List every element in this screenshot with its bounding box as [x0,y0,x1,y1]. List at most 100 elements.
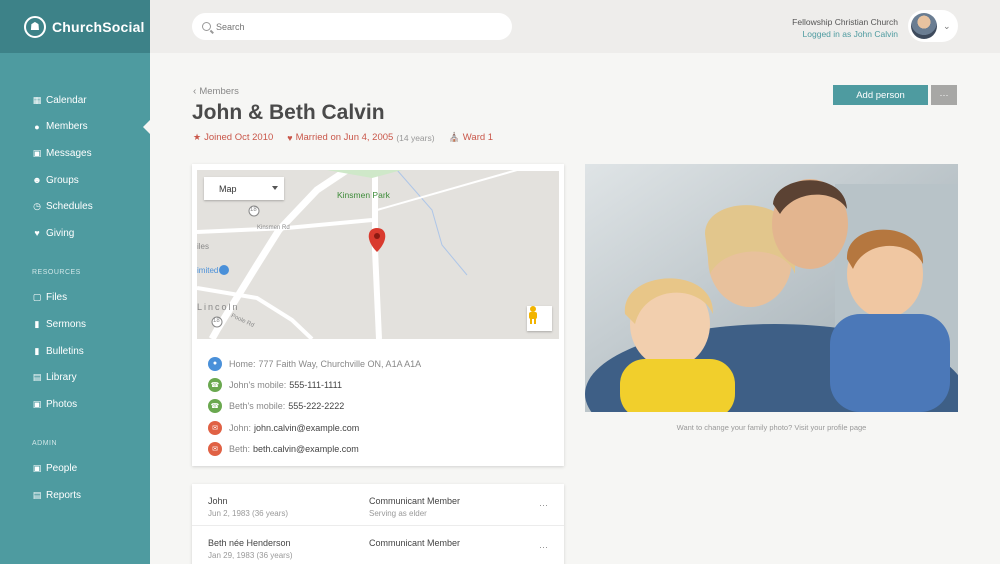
search-box[interactable] [192,13,512,40]
contact-value[interactable]: beth.calvin@example.com [253,444,359,454]
account-info: Fellowship Christian Church Logged in as… [792,16,898,40]
file-icon: ▢ [32,292,42,303]
church-logo-icon: ☗ [24,15,46,38]
contact-list: ● Home: 777 Faith Way, Churchville ON, A… [208,353,421,459]
contact-beth-email: ✉ Beth: beth.calvin@example.com [208,438,421,459]
contact-label: Beth's mobile: [229,401,286,412]
member-row[interactable]: John Jun 2, 1983 (36 years) Communicant … [192,484,564,526]
contact-value[interactable]: 555-111-1111 [289,380,342,390]
member-role: Communicant Member [369,496,461,506]
microphone-icon: ▮ [34,318,40,329]
row-options-icon[interactable]: ··· [539,542,548,552]
sidebar-item-reports[interactable]: ▤ Reports [0,482,150,509]
top-bar: Fellowship Christian Church Logged in as… [150,0,1000,53]
park-label: Kinsmen Park [337,190,390,200]
sidebar-item-label: Library [46,372,77,384]
joined-text: Joined Oct 2010 [204,132,274,143]
town-label: Lincoln [197,302,240,312]
breadcrumb[interactable]: ‹ Members [193,86,239,97]
sidebar-item-schedules[interactable]: ◷ Schedules [0,193,150,220]
sidebar-item-photos[interactable]: ▣ Photos [0,391,150,418]
photo-caption[interactable]: Want to change your family photo? Visit … [585,423,958,432]
sidebar-item-label: Sermons [46,318,87,330]
sidebar-item-members[interactable]: ● Members [0,114,150,141]
sidebar-item-label: Photos [46,398,78,410]
groups-icon: ☻ [32,175,42,186]
email-icon: ✉ [208,441,222,456]
family-photo-illustration [585,164,958,412]
sidebar-item-label: Calendar [46,94,87,106]
contact-label: Home: [229,358,256,369]
married-years: (14 years) [396,132,435,143]
ward-text: Ward 1 [462,132,494,143]
contact-value[interactable]: 555-222-2222 [288,401,344,411]
married-text: Married on Jun 4, 2005 [295,132,394,143]
contact-card: Kinsmen Park Kinsmen Rd iles imited Linc… [192,164,564,466]
photo-icon: ▣ [32,398,42,409]
star-icon: ★ [193,132,202,142]
location-icon: ● [208,356,222,371]
heart-icon: ♥ [34,228,40,239]
map-type-value: Map [219,183,237,194]
church-name: Fellowship Christian Church [792,17,898,27]
printer-icon: ▤ [32,489,42,500]
road-label: Kinsmen Rd [257,225,290,231]
chevron-left-icon: ‹ [193,86,197,97]
page-title: John & Beth Calvin [192,101,385,124]
church-building-icon: ⛪ [448,132,460,142]
bulletin-icon: ▮ [34,345,40,356]
chevron-down-icon: ⌄ [943,20,951,31]
place-label: iles [197,242,210,251]
sidebar-item-messages[interactable]: ▣ Messages [0,140,150,167]
contact-value[interactable]: 777 Faith Way, Churchville ON, A1A A1A [259,359,422,369]
sidebar-item-giving[interactable]: ♥ Giving [0,220,150,247]
sidebar-item-people[interactable]: ▣ People [0,456,150,483]
sidebar-item-label: Members [46,121,88,133]
sidebar-item-library[interactable]: ▤ Library [0,364,150,391]
contact-value[interactable]: john.calvin@example.com [254,423,359,433]
person-card-icon: ▣ [32,463,42,474]
user-menu-button[interactable]: ⌄ [908,10,958,42]
sidebar-item-files[interactable]: ▢ Files [0,285,150,312]
family-meta: ★ Joined Oct 2010 ♥ Married on Jun 4, 20… [193,132,507,143]
place-label: imited [197,266,219,275]
search-icon [202,22,211,31]
member-role: Communicant Member [369,538,461,548]
route-label: 18 [213,318,220,324]
map-type-select[interactable]: Map [204,177,284,200]
add-person-button[interactable]: Add person [833,85,928,105]
ward-info[interactable]: ⛪ Ward 1 [449,132,494,143]
more-options-button[interactable]: ··· [931,85,957,105]
brand-header[interactable]: ☗ ChurchSocial [0,0,150,53]
logged-in-link[interactable]: Logged in as John Calvin [792,28,898,40]
sidebar-item-label: Reports [46,489,82,501]
contact-home-address: ● Home: 777 Faith Way, Churchville ON, A… [208,353,421,374]
sidebar-item-calendar[interactable]: ▦ Calendar [0,87,150,114]
calendar-icon: ▦ [32,94,42,105]
member-role-block: Communicant Member Serving as elder [369,496,460,518]
heart-icon: ♥ [287,132,293,143]
member-role-sub: Serving as elder [369,509,427,518]
family-members-list: John Jun 2, 1983 (36 years) Communicant … [192,484,564,564]
email-icon: ✉ [208,420,222,435]
sidebar-item-groups[interactable]: ☻ Groups [0,167,150,194]
avatar [911,13,937,39]
married-info: ♥ Married on Jun 4, 2005 (14 years) [287,132,434,143]
location-map[interactable]: Kinsmen Park Kinsmen Rd iles imited Linc… [197,170,559,339]
sidebar-item-sermons[interactable]: ▮ Sermons [0,311,150,338]
row-options-icon[interactable]: ··· [539,500,548,510]
member-row[interactable]: Beth née Henderson Jan 29, 1983 (36 year… [192,526,564,564]
sidebar-item-label: Schedules [46,201,93,213]
contact-label: John's mobile: [229,379,287,390]
admin-heading: ADMIN [32,440,58,448]
sidebar-item-label: Files [46,292,68,304]
sidebar-item-bulletins[interactable]: ▮ Bulletins [0,338,150,365]
sidebar-nav: ▦ Calendar ● Members ▣ Messages ☻ Groups… [0,53,150,509]
caret-down-icon [272,186,278,190]
clock-icon: ◷ [33,201,41,212]
search-input[interactable] [216,21,496,32]
street-view-pegman-icon[interactable] [527,306,552,331]
member-role-block: Communicant Member [369,538,460,548]
contact-label: Beth: [229,443,251,454]
phone-icon: ☎ [208,399,222,414]
